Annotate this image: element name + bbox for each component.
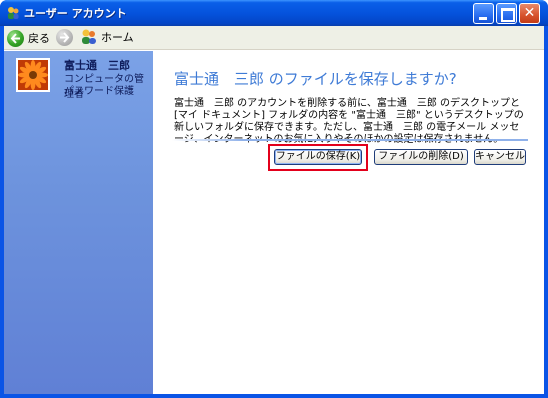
back-label: 戻る	[28, 32, 50, 45]
maximize-button[interactable]	[496, 3, 517, 24]
home-button[interactable]: ホーム	[80, 29, 134, 45]
home-label: ホーム	[101, 31, 134, 44]
delete-files-button[interactable]: ファイルの削除(D)	[374, 149, 468, 165]
title-bar[interactable]: ユーザー アカウント ✕	[0, 0, 548, 26]
user-avatar	[16, 58, 50, 92]
page-title: 富士通 三郎 のファイルを保存しますか?	[174, 70, 457, 88]
divider	[172, 139, 528, 141]
window-content: 戻る ホーム 富士通 三郎 コンピュータの管理者 パスワード保護 富士通 三郎 …	[4, 26, 544, 394]
user-accounts-window: ユーザー アカウント ✕ 戻る ホーム 富士通 三郎 コンピュータの管理者 パス…	[0, 0, 548, 398]
back-arrow-icon	[7, 29, 24, 47]
minimize-button[interactable]	[473, 3, 494, 24]
forward-arrow-icon	[56, 29, 73, 46]
back-button[interactable]: 戻る	[7, 29, 50, 47]
gerbera-flower-icon	[18, 60, 48, 90]
close-button[interactable]: ✕	[519, 3, 540, 24]
close-icon: ✕	[523, 5, 536, 21]
user-sidebar: 富士通 三郎 コンピュータの管理者 パスワード保護	[4, 51, 153, 394]
cancel-button[interactable]: キャンセル	[474, 149, 526, 165]
navigation-toolbar: 戻る ホーム	[4, 26, 544, 50]
forward-button[interactable]	[56, 29, 73, 46]
save-files-button[interactable]: ファイルの保存(K)	[274, 149, 362, 165]
users-app-icon	[8, 7, 19, 19]
home-users-icon	[82, 29, 96, 44]
user-password-status: パスワード保護	[64, 86, 134, 97]
window-title: ユーザー アカウント	[24, 7, 127, 20]
